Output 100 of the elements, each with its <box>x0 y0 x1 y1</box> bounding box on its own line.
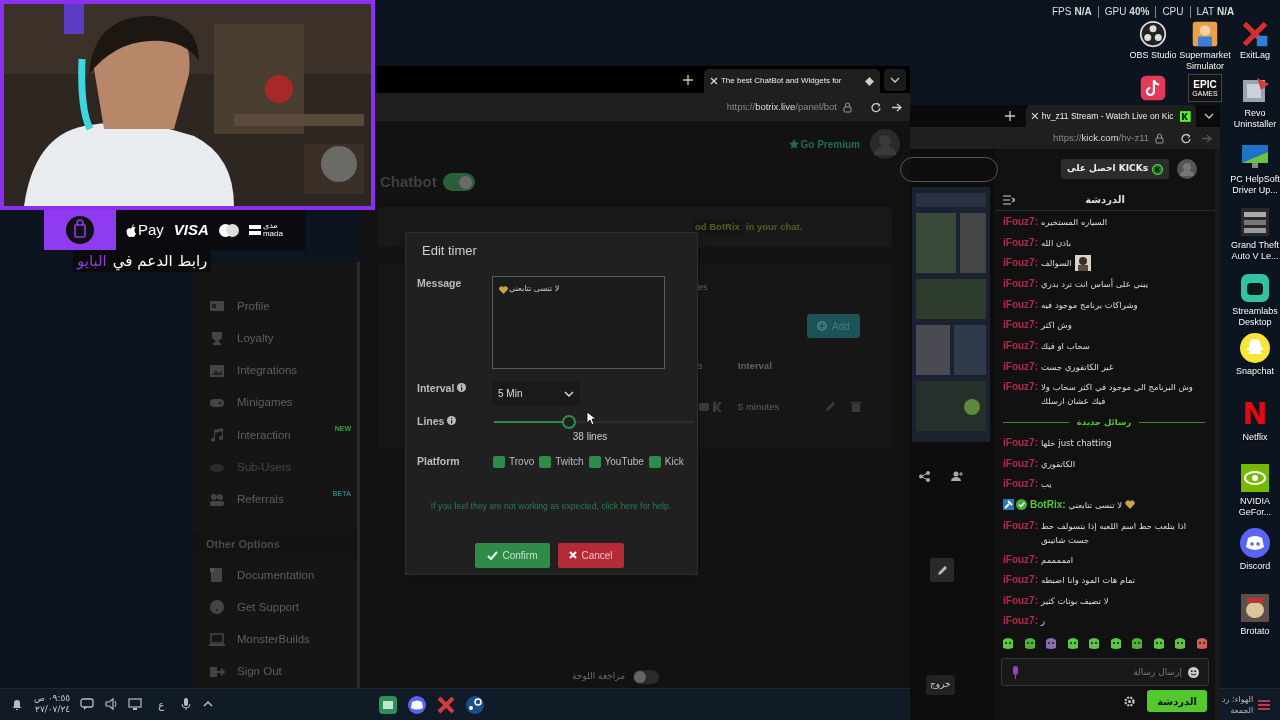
address-bar[interactable]: https://botrix.live/panel/bot <box>726 96 860 118</box>
reload-icon[interactable] <box>1180 132 1191 144</box>
emote-icon[interactable] <box>1087 636 1102 650</box>
chat-button[interactable]: الدردشة <box>1147 690 1207 712</box>
edit-button[interactable] <box>930 558 954 583</box>
chat-username[interactable]: iFouz7: <box>1003 318 1038 333</box>
streamlabs-icon[interactable] <box>1239 272 1271 304</box>
info-icon[interactable] <box>447 416 457 425</box>
chat-username[interactable]: iFouz7: <box>1003 614 1038 629</box>
weather-text[interactable]: الهواء: رد <box>1222 694 1254 705</box>
icon-label[interactable]: NVIDIA GeFor... <box>1229 496 1280 518</box>
close-icon[interactable] <box>710 77 718 85</box>
checkbox-label[interactable]: YouTube <box>604 454 644 469</box>
icon-label[interactable]: Snapchat <box>1236 366 1274 377</box>
emote-icon[interactable] <box>1065 636 1080 650</box>
browser-tab[interactable]: The best ChatBot and Widgets for <box>704 69 880 93</box>
icon-label[interactable]: Brotato <box>1240 626 1270 637</box>
sidebar-item[interactable]: Minigames <box>193 386 357 419</box>
netflix-logo[interactable]: N <box>1242 398 1268 430</box>
reload-icon[interactable] <box>870 101 881 113</box>
emote-icon[interactable] <box>1001 636 1015 650</box>
new-tab-icon[interactable] <box>682 73 694 86</box>
icon-label[interactable]: Supermarket Simulator <box>1179 50 1231 72</box>
kicks-button[interactable]: احصل على KICKs <box>1061 159 1169 180</box>
display-icon[interactable] <box>128 697 143 711</box>
help-link[interactable]: If you feel they are not working as expected, click here for help. <box>430 499 672 513</box>
controller-face-icon[interactable] <box>407 695 427 715</box>
sidebar-item[interactable]: MonsterBuilds <box>193 623 357 656</box>
chat-username[interactable]: BotRix: <box>1030 498 1066 513</box>
chat-username[interactable]: iFouz7: <box>1003 215 1038 230</box>
collapse-chat-icon[interactable] <box>1003 195 1015 206</box>
notification-bell-icon[interactable] <box>10 697 24 711</box>
eye-logo-icon[interactable] <box>1239 462 1271 494</box>
chat-username[interactable]: iFouz7: <box>1003 297 1038 312</box>
chat-username[interactable]: iFouz7: <box>1003 573 1038 588</box>
go-premium-link[interactable]: Go Premium <box>788 136 860 152</box>
chatbot-toggle[interactable] <box>442 173 475 191</box>
chat-username[interactable]: iFouz7: <box>1003 518 1038 533</box>
message-field[interactable]: لا تنسى تتابعني <box>492 276 665 369</box>
chat-username[interactable]: iFouz7: <box>1003 380 1038 395</box>
icon-label[interactable]: Discord <box>1239 561 1271 572</box>
x-logo-icon[interactable] <box>1241 20 1269 48</box>
review-toggle[interactable] <box>633 670 660 684</box>
checkbox[interactable] <box>539 455 552 468</box>
chat-username[interactable]: iFouz7: <box>1003 456 1038 471</box>
emote-icon[interactable] <box>1022 636 1037 650</box>
new-tab-icon[interactable] <box>1004 110 1016 122</box>
chat-username[interactable]: iFouz7: <box>1003 436 1038 451</box>
emote-icon[interactable] <box>1173 636 1188 650</box>
checkbox[interactable] <box>588 455 601 468</box>
message-field[interactable]: إرسال رسالة <box>1001 658 1209 686</box>
icon-label[interactable]: Revo Uninstaller <box>1229 108 1280 130</box>
checkbox[interactable] <box>648 455 661 468</box>
sidebar-item[interactable]: Integrations <box>193 354 357 387</box>
settings-icon[interactable] <box>1124 695 1136 707</box>
checkbox[interactable] <box>493 455 505 468</box>
chat-username[interactable]: iFouz7: <box>1003 359 1038 374</box>
chat-username[interactable]: iFouz7: <box>1003 339 1038 354</box>
chat-username[interactable]: iFouz7: <box>1003 552 1038 567</box>
chat-username[interactable]: iFouz7: <box>1003 256 1038 271</box>
controller-face-icon[interactable] <box>1239 527 1271 559</box>
chat-username[interactable]: iFouz7: <box>1003 235 1038 250</box>
weather-day[interactable]: الجمعة <box>1230 705 1254 716</box>
speaker-icon[interactable] <box>104 697 119 711</box>
tab-list-button[interactable] <box>884 69 906 91</box>
chat-username[interactable]: iFouz7: <box>1003 277 1038 292</box>
avatar[interactable] <box>1177 159 1197 180</box>
icon-label[interactable]: Netflix <box>1242 432 1268 443</box>
close-icon[interactable] <box>1031 112 1039 120</box>
checkbox-label[interactable]: Twitch <box>555 454 584 469</box>
icon-label[interactable]: OBS Studio <box>1129 50 1177 61</box>
browser-tab[interactable]: hv_z11 Stream - Watch Live on Kic <box>1026 105 1196 127</box>
icon-label[interactable]: Grand Theft Auto V Le... <box>1229 240 1280 262</box>
ghost-icon[interactable] <box>1239 332 1271 364</box>
microphone-icon[interactable] <box>180 697 193 711</box>
interval-dropdown[interactable]: 5 Min <box>492 381 580 406</box>
exit-button[interactable]: خروج <box>926 675 955 696</box>
sidebar-item[interactable]: Profile <box>193 290 357 323</box>
emote-icon[interactable] <box>1130 636 1145 650</box>
sidebar-item[interactable]: Sign Out <box>193 655 357 689</box>
emote-icon[interactable] <box>1151 636 1166 650</box>
emote-icon[interactable] <box>1044 636 1059 650</box>
info-icon[interactable] <box>457 383 467 392</box>
emote-icon[interactable] <box>1194 636 1209 650</box>
music-note-icon[interactable] <box>1139 74 1167 102</box>
checkbox-label[interactable]: Kick <box>664 454 684 469</box>
emote-icon[interactable] <box>1108 636 1123 650</box>
chat-bubble-icon[interactable] <box>80 697 95 711</box>
app-window-icon[interactable] <box>378 695 398 715</box>
cancel-button[interactable]: Cancel <box>558 542 624 568</box>
icon-label[interactable]: PC HelpSoft Driver Up... <box>1229 174 1280 196</box>
obs-circles-icon[interactable] <box>1139 20 1167 48</box>
confirm-button[interactable]: Confirm <box>475 542 550 568</box>
chevron-down-icon[interactable] <box>1204 113 1214 119</box>
add-user-icon[interactable] <box>951 471 963 483</box>
sidebar-item[interactable]: Loyalty <box>193 322 357 355</box>
clock-time[interactable]: ٠٩:٥٥ ص <box>34 693 71 704</box>
checkbox-label[interactable]: Trovo <box>509 454 535 469</box>
chat-username[interactable]: iFouz7: <box>1003 593 1038 608</box>
sidebar-item[interactable]: Get Support <box>193 591 357 624</box>
